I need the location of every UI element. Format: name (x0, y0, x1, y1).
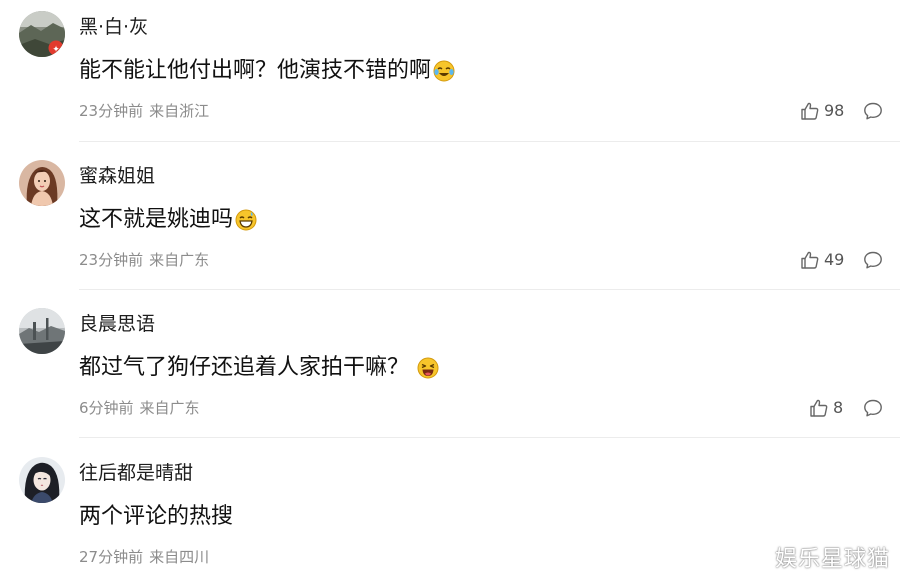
comment-location: 来自四川 (149, 548, 210, 566)
anime-girl-avatar-image (19, 457, 65, 503)
comment-meta: 27分钟前 来自四川 (79, 548, 209, 566)
comment-item: 往后都是晴甜 两个评论的热搜 27分钟前 来自四川 (0, 0, 900, 587)
comment-time: 27分钟前 (79, 548, 144, 566)
watermark: 娱乐星球猫 (774, 547, 890, 572)
comment-text: 两个评论的热搜 (79, 504, 234, 529)
comment-list-page: ✦ 黑·白·灰 能不能让他付出啊？他演技不错的啊 23分钟前 来自浙江 98 蜜… (0, 0, 900, 587)
comment-text-row: 两个评论的热搜 (79, 503, 233, 531)
user-avatar[interactable] (19, 457, 65, 503)
username[interactable]: 往后都是晴甜 (79, 462, 193, 484)
